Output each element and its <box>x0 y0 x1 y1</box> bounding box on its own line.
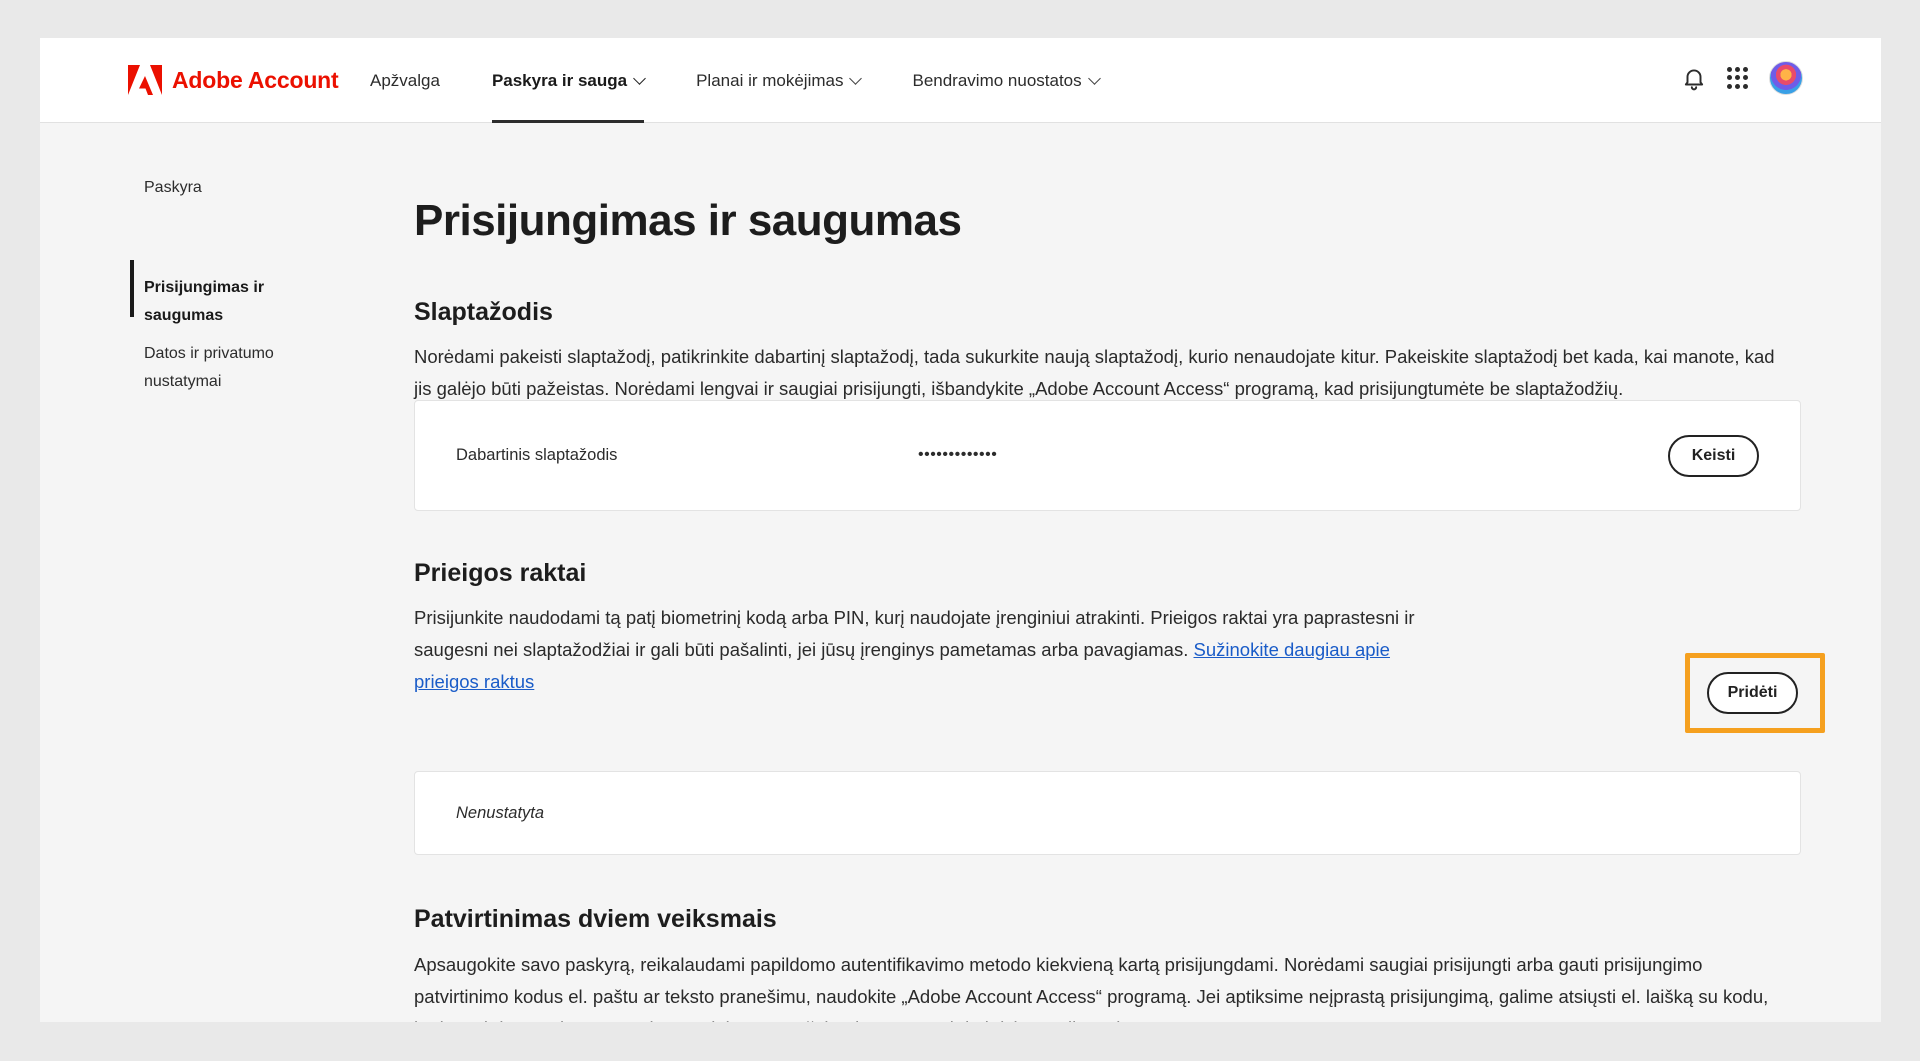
chevron-down-icon <box>1087 72 1101 85</box>
current-password-value: ••••••••••••• <box>918 446 998 463</box>
two-step-description-line1: Apsaugokite savo paskyrą, reikalaudami p… <box>414 954 1703 975</box>
passkeys-status-card: Nenustatyta <box>414 771 1801 855</box>
nav-communication-preferences-label: Bendravimo nuostatos <box>912 70 1082 90</box>
adobe-logo-icon <box>128 65 162 95</box>
bell-icon[interactable] <box>1681 65 1707 91</box>
add-passkey-button[interactable]: Pridėti <box>1707 672 1798 714</box>
sidebar-item-account[interactable]: Paskyra <box>144 174 344 202</box>
avatar[interactable] <box>1769 61 1803 95</box>
nav-overview[interactable]: Apžvalga <box>370 38 440 123</box>
passkeys-section-title: Prieigos raktai <box>414 559 587 587</box>
password-description-line1: Norėdami pakeisti slaptažodį, patikrinki… <box>414 346 1775 367</box>
adobe-logo[interactable]: Adobe Account <box>128 65 339 95</box>
sidebar-item-login-security[interactable]: Prisijungimas ir saugumas <box>144 274 344 330</box>
page-title: Prisijungimas ir saugumas <box>414 196 962 245</box>
passkeys-description-line2: saugesni nei slaptažodžiai ir gali būti … <box>414 634 1390 666</box>
passkeys-status: Nenustatyta <box>456 804 545 822</box>
two-step-description-line2: patvirtinimo kodus el. paštu ar teksto p… <box>414 986 1769 1007</box>
learn-more-passkeys-link-cont[interactable]: prieigos raktus <box>414 671 534 692</box>
learn-more-passkeys-link[interactable]: Sužinokite daugiau apie <box>1194 639 1390 660</box>
apps-grid-icon[interactable] <box>1727 67 1749 89</box>
chevron-down-icon <box>849 72 863 85</box>
header-actions <box>1681 61 1803 95</box>
passkeys-description-line3: prieigos raktus <box>414 666 534 698</box>
passkeys-description-line1: Prisijunkite naudodami tą patį biometrin… <box>414 607 1415 628</box>
sidebar-item-data-privacy[interactable]: Datos ir privatumo nustatymai <box>144 340 304 396</box>
nav-account-security-label: Paskyra ir sauga <box>491 70 628 90</box>
current-password-card: Dabartinis slaptažodis ••••••••••••• Kei… <box>414 400 1801 511</box>
main-nav: Apžvalga Paskyra ir sauga Planai ir mokė… <box>370 38 1151 123</box>
two-step-section-title: Patvirtinimas dviem veiksmais <box>414 905 777 933</box>
nav-plans-payment[interactable]: Planai ir mokėjimas <box>696 38 863 123</box>
password-section-title: Slaptažodis <box>414 298 553 326</box>
top-navigation-bar: Adobe Account Apžvalga Paskyra ir sauga … <box>40 38 1881 123</box>
sidebar-active-indicator <box>130 260 134 317</box>
nav-communication-preferences[interactable]: Bendravimo nuostatos <box>912 38 1101 123</box>
nav-overview-label: Apžvalga <box>370 70 440 90</box>
passkeys-description-text: saugesni nei slaptažodžiai ir gali būti … <box>414 639 1189 660</box>
app-frame: Adobe Account Apžvalga Paskyra ir sauga … <box>40 38 1881 1022</box>
nav-plans-payment-label: Planai ir mokėjimas <box>696 70 844 90</box>
brand-name: Adobe Account <box>172 66 339 93</box>
current-password-label: Dabartinis slaptažodis <box>456 446 618 464</box>
two-step-description-line3: kad patvirtintume jūsų tapatybę, net jei… <box>414 1013 1135 1022</box>
change-password-button[interactable]: Keisti <box>1668 435 1759 477</box>
chevron-down-icon <box>633 72 646 85</box>
nav-account-security[interactable]: Paskyra ir sauga <box>491 38 646 123</box>
